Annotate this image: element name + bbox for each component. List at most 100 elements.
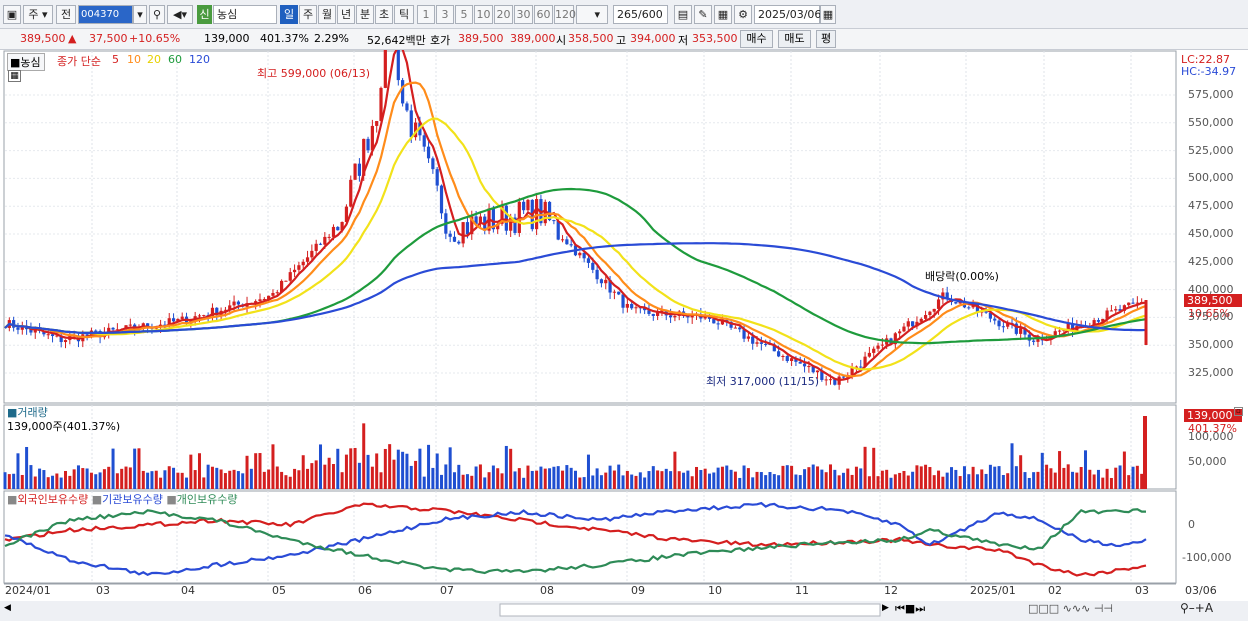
volume-bar [785,465,789,489]
period-second-button[interactable]: 초 [375,5,393,24]
minute-30-button[interactable]: 30 [514,5,533,24]
speaker-icon[interactable]: ◀▾ [167,5,193,24]
minute-20-button[interactable]: 20 [494,5,513,24]
volume-bar [682,472,686,489]
volume-bar [1066,464,1070,489]
individual-legend: 개인보유수량 [176,493,238,506]
candle-body [595,269,599,280]
period-minute-button[interactable]: 분 [356,5,374,24]
volume-bar [539,466,543,489]
volume-bar [586,454,590,489]
stock-name-field[interactable]: 농심 [213,5,277,24]
volume-bar [755,471,759,489]
candle-settings-icon[interactable]: ▤ [674,5,692,24]
candle-body [522,201,526,211]
candle-body [582,252,586,259]
minute-custom-select[interactable]: ▾ [576,5,608,24]
candle-body [16,327,20,330]
chevron-down-icon[interactable]: ▾ [133,5,147,24]
candle-body [46,334,50,336]
jeon-button[interactable]: 전 [56,5,76,24]
volume-bar [716,467,720,489]
candle-body [898,331,902,334]
volume-value: 139,000주(401.37%) [7,420,121,433]
window-icon[interactable]: ▣ [3,5,21,24]
volume-bar [163,470,167,489]
minute-1-button[interactable]: 1 [417,5,435,24]
ma-legend-20: 20 [147,53,161,66]
stock-code-input[interactable]: 004370 [78,5,133,24]
volume-bar [522,477,526,489]
chart-canvas[interactable] [0,50,1248,621]
period-day-button[interactable]: 일 [280,5,298,24]
calendar-icon[interactable]: ▦ [820,5,836,24]
candle-body [297,265,301,270]
x-axis-label: 02 [1048,584,1062,597]
volume-bar [911,471,915,489]
volume-bar [1023,472,1027,489]
period-tick-button[interactable]: 틱 [394,5,414,24]
volume-bar [837,475,841,489]
candle-body [565,239,569,245]
volume-bar [764,475,768,489]
count-field[interactable]: 265/600 [613,5,668,24]
period-week-button[interactable]: 주 [299,5,317,24]
volume-bar [331,464,335,489]
buy-button[interactable]: 매수 [740,30,773,48]
price-axis-label: 525,000 [1188,143,1234,157]
volume-bar [418,448,422,489]
toolbar: ▣ 주 ▾ 전 004370 ▾ ⚲ ◀▾ 신 농심 일 주 월 년 분 초 틱… [0,0,1248,29]
stock-legend[interactable]: ■농심 [7,53,45,71]
x-axis-label: 06 [358,584,372,597]
volume-bar [197,453,201,489]
view-tools-icons[interactable]: □□□ ∿∿∿ ⊣⊣ [1028,602,1113,615]
volume-bar [271,444,275,489]
candle-body [353,163,357,180]
candle-body [111,327,115,330]
volume-bar [111,448,115,489]
minute-10-button[interactable]: 10 [474,5,493,24]
panel-resize-icon[interactable]: ▫ [1234,407,1243,416]
volume-bar [202,477,206,489]
avg-button[interactable]: 평 [816,30,836,48]
volume-bar [172,467,176,489]
candle-body [604,279,608,284]
volume-bar [219,469,223,489]
play-controls[interactable]: ⏮■⏭ [895,602,925,616]
scroll-left-icon[interactable]: ◀ [4,603,11,613]
bid-price: 389,500 [458,32,504,45]
candle-body [867,352,871,357]
volume-bar [591,475,595,489]
minute-5-button[interactable]: 5 [455,5,473,24]
period-year-button[interactable]: 년 [337,5,355,24]
open-label: 시 [556,34,567,47]
save-icon[interactable]: ▦ [714,5,732,24]
gear-icon[interactable]: ⚙ [734,5,752,24]
search-icon[interactable]: ⚲ [149,5,165,24]
draw-tool-icon[interactable]: ✎ [694,5,712,24]
date-field[interactable]: 2025/03/06 [754,5,821,24]
chart-area[interactable]: ■농심 종가 단순 5 10 20 60 120 ▦ 최고 599,000 (0… [0,50,1248,621]
minute-60-button[interactable]: 60 [534,5,553,24]
candle-body [1127,302,1131,306]
candle-body [305,257,310,262]
period-month-button[interactable]: 월 [318,5,336,24]
volume-bar [742,465,746,489]
volume-bar [569,467,573,489]
candle-body [586,258,591,263]
minute-120-button[interactable]: 120 [554,5,576,24]
candle-body [552,220,556,222]
candle-body [452,236,457,242]
high-price: 394,000 [630,32,676,45]
volume-bar [690,476,694,489]
candle-body [323,236,327,245]
period-select[interactable]: 주 ▾ [23,5,53,24]
grid-icon[interactable]: ▦ [8,70,21,82]
volume-bar [3,472,7,489]
volume-bar [1101,477,1105,489]
scroll-right-icon[interactable]: ▶ [882,603,889,613]
sell-button[interactable]: 매도 [778,30,811,48]
zoom-controls[interactable]: ⚲–+A [1180,601,1213,615]
volume-bar [124,466,128,489]
minute-3-button[interactable]: 3 [436,5,454,24]
